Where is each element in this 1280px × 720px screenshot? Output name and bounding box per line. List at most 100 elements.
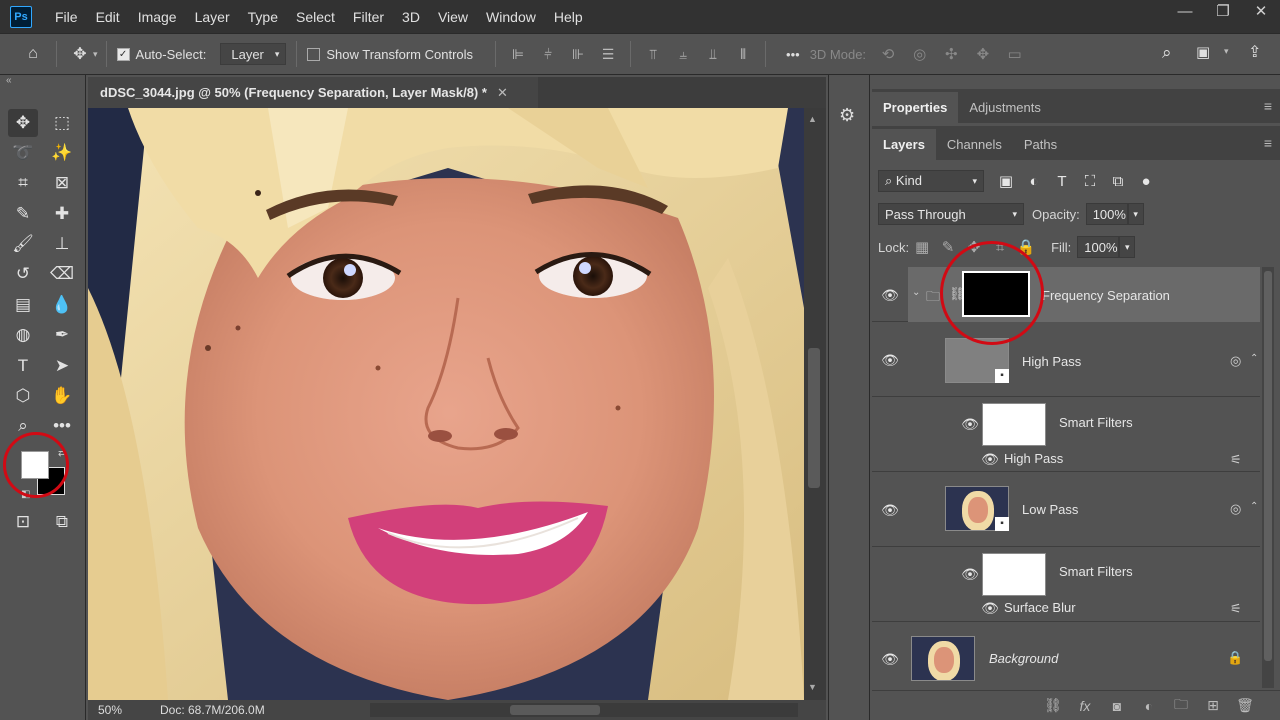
magic-wand-tool[interactable]: ✨	[47, 139, 77, 167]
lock-pixels-icon[interactable]: ✎	[935, 238, 961, 256]
kind-filter-dropdown[interactable]: ⌕ Kind ▾	[878, 170, 984, 192]
filter-pixel-icon[interactable]: ▣	[992, 172, 1020, 190]
zoom-level[interactable]: 50%	[88, 703, 140, 717]
align-hcenter-icon[interactable]: ⫩	[536, 42, 560, 66]
scroll-up-icon[interactable]: ▲	[808, 114, 817, 124]
chevron-down-icon[interactable]: ▾	[93, 49, 98, 60]
checkbox-checked-icon[interactable]: ✓	[116, 47, 130, 61]
menu-layer[interactable]: Layer	[186, 9, 239, 25]
align-vcenter-icon[interactable]: ⫨	[671, 42, 695, 66]
tab-layers[interactable]: Layers	[872, 129, 936, 160]
move-tool-icon[interactable]: ✥	[67, 41, 93, 67]
eyedropper-tool[interactable]: ✎	[8, 200, 38, 228]
horizontal-scrollbar[interactable]	[370, 703, 798, 717]
show-transform-checkbox[interactable]: Show Transform Controls	[307, 47, 473, 62]
eye-visibility-icon[interactable]: 👁	[880, 288, 900, 302]
filter-adjustment-icon[interactable]: ◐	[1020, 173, 1048, 190]
opacity-input[interactable]: 100%	[1085, 203, 1128, 225]
layer-row-background[interactable]: 👁 Background 🔒	[872, 622, 1260, 688]
screen-mode-icon[interactable]: ⧉	[47, 508, 77, 536]
distribute-vertical-icon[interactable]: ☰	[596, 42, 620, 66]
lock-transparent-icon[interactable]: ▦	[909, 238, 935, 256]
tab-adjustments[interactable]: Adjustments	[958, 92, 1052, 123]
delete-layer-icon[interactable]: 🗑	[1234, 697, 1256, 714]
menu-help[interactable]: Help	[545, 9, 592, 25]
layer-row-smart-filters[interactable]: 👁 Smart Filters 👁 Surface Blur ⚟	[872, 547, 1260, 622]
layers-panel-menu-icon[interactable]: ≡	[1264, 135, 1272, 151]
close-document-icon[interactable]: ✕	[497, 85, 508, 101]
eye-visibility-icon[interactable]: 👁	[880, 652, 900, 666]
layer-thumbnail[interactable]	[911, 636, 975, 681]
filter-smart-object-icon[interactable]: ⧉	[1104, 173, 1132, 190]
align-top-icon[interactable]: ⫪	[641, 42, 665, 66]
workspace-icon[interactable]: ▣	[1196, 43, 1210, 61]
chevron-down-icon[interactable]: ⌄	[912, 287, 920, 298]
menu-image[interactable]: Image	[129, 9, 186, 25]
lock-position-icon[interactable]: ✥	[961, 238, 987, 256]
layers-scrollbar[interactable]	[1262, 267, 1274, 688]
gradient-tool[interactable]: ▤	[8, 291, 38, 319]
tab-properties[interactable]: Properties	[872, 92, 959, 123]
crop-tool[interactable]: ⌗	[8, 169, 38, 197]
lock-all-icon[interactable]: 🔒	[1013, 238, 1039, 256]
layer-row-frequency-separation[interactable]: 👁 ⌄ 🗀 ⛓ Frequency Separation	[872, 267, 1260, 322]
clone-stamp-tool[interactable]: ⊥	[47, 230, 77, 258]
document-canvas[interactable]	[88, 108, 804, 700]
lasso-tool[interactable]: ➰	[8, 139, 38, 167]
eye-visibility-icon[interactable]: 👁	[960, 567, 980, 581]
pan-3d-icon[interactable]: ✣	[937, 45, 965, 63]
collapse-toolbar-icon[interactable]: «	[6, 75, 12, 86]
filter-type-icon[interactable]: T	[1048, 173, 1076, 190]
history-brush-tool[interactable]: ↺	[8, 260, 38, 288]
filter-options-icon[interactable]: ⚟	[1230, 601, 1242, 617]
auto-select-checkbox[interactable]: ✓ Auto-Select:	[116, 47, 206, 62]
opacity-slider-toggle[interactable]: ▾	[1127, 203, 1144, 225]
menu-type[interactable]: Type	[239, 9, 287, 25]
menu-file[interactable]: File	[46, 9, 87, 25]
vertical-scroll-thumb[interactable]	[808, 348, 820, 488]
eraser-tool[interactable]: ⌫	[47, 260, 77, 288]
filter-options-icon[interactable]: ⚟	[1230, 452, 1242, 468]
search-icon[interactable]: ⌕	[1162, 43, 1172, 63]
filter-shape-icon[interactable]: ⛶	[1076, 173, 1104, 190]
healing-brush-tool[interactable]: ✚	[47, 200, 77, 228]
align-bottom-icon[interactable]: ⫫	[701, 42, 725, 66]
checkbox-unchecked-icon[interactable]	[307, 47, 321, 61]
filter-mask-thumbnail[interactable]	[982, 403, 1046, 446]
close-window-button[interactable]: ✕	[1242, 0, 1280, 26]
type-tool[interactable]: T	[8, 352, 38, 380]
foreground-color-swatch[interactable]	[21, 451, 49, 479]
new-layer-icon[interactable]: ⊞	[1202, 697, 1224, 714]
frame-tool[interactable]: ⊠	[47, 169, 77, 197]
menu-window[interactable]: Window	[477, 9, 545, 25]
default-colors-icon[interactable]: ◧	[21, 489, 30, 500]
hand-tool[interactable]: ✋	[47, 382, 77, 410]
add-mask-icon[interactable]: ◙	[1106, 698, 1128, 714]
marquee-tool[interactable]: ⬚	[47, 109, 77, 137]
auto-select-target-dropdown[interactable]: Layer ▾	[220, 43, 287, 65]
eye-visibility-icon[interactable]: 👁	[880, 503, 900, 517]
properties-panel-icon[interactable]: ⚙	[839, 105, 855, 126]
shape-tool[interactable]: ⬡	[8, 382, 38, 410]
fill-input[interactable]: 100%	[1077, 236, 1120, 258]
horizontal-scroll-thumb[interactable]	[510, 705, 600, 715]
swap-colors-icon[interactable]: ⇄	[58, 448, 66, 459]
layer-row-high-pass[interactable]: 👁 ▪ High Pass ◎ ⌃	[872, 322, 1260, 397]
more-tools-icon[interactable]: •••	[47, 412, 77, 440]
layer-row-smart-filters[interactable]: 👁 Smart Filters 👁 High Pass ⚟	[872, 397, 1260, 472]
new-group-icon[interactable]: 🗀	[1170, 694, 1192, 718]
dodge-tool[interactable]: ◍	[8, 321, 38, 349]
distribute-horizontal-icon[interactable]: ⦀	[731, 42, 755, 66]
blur-tool[interactable]: 💧	[47, 291, 77, 319]
document-tab[interactable]: dDSC_3044.jpg @ 50% (Frequency Separatio…	[88, 77, 538, 108]
lock-artboard-icon[interactable]: ⌗	[987, 239, 1013, 256]
fx-icon[interactable]: fx	[1074, 698, 1096, 714]
menu-edit[interactable]: Edit	[87, 9, 129, 25]
chevron-up-icon[interactable]: ⌃	[1250, 501, 1258, 512]
link-layers-icon[interactable]: ⛓	[1042, 697, 1064, 714]
share-icon[interactable]: ⇪	[1248, 42, 1261, 62]
eye-visibility-icon[interactable]: 👁	[960, 417, 980, 431]
path-selection-tool[interactable]: ➤	[47, 352, 77, 380]
chevron-down-icon[interactable]: ▾	[1224, 46, 1229, 57]
home-icon[interactable]: ⌂	[20, 41, 46, 67]
